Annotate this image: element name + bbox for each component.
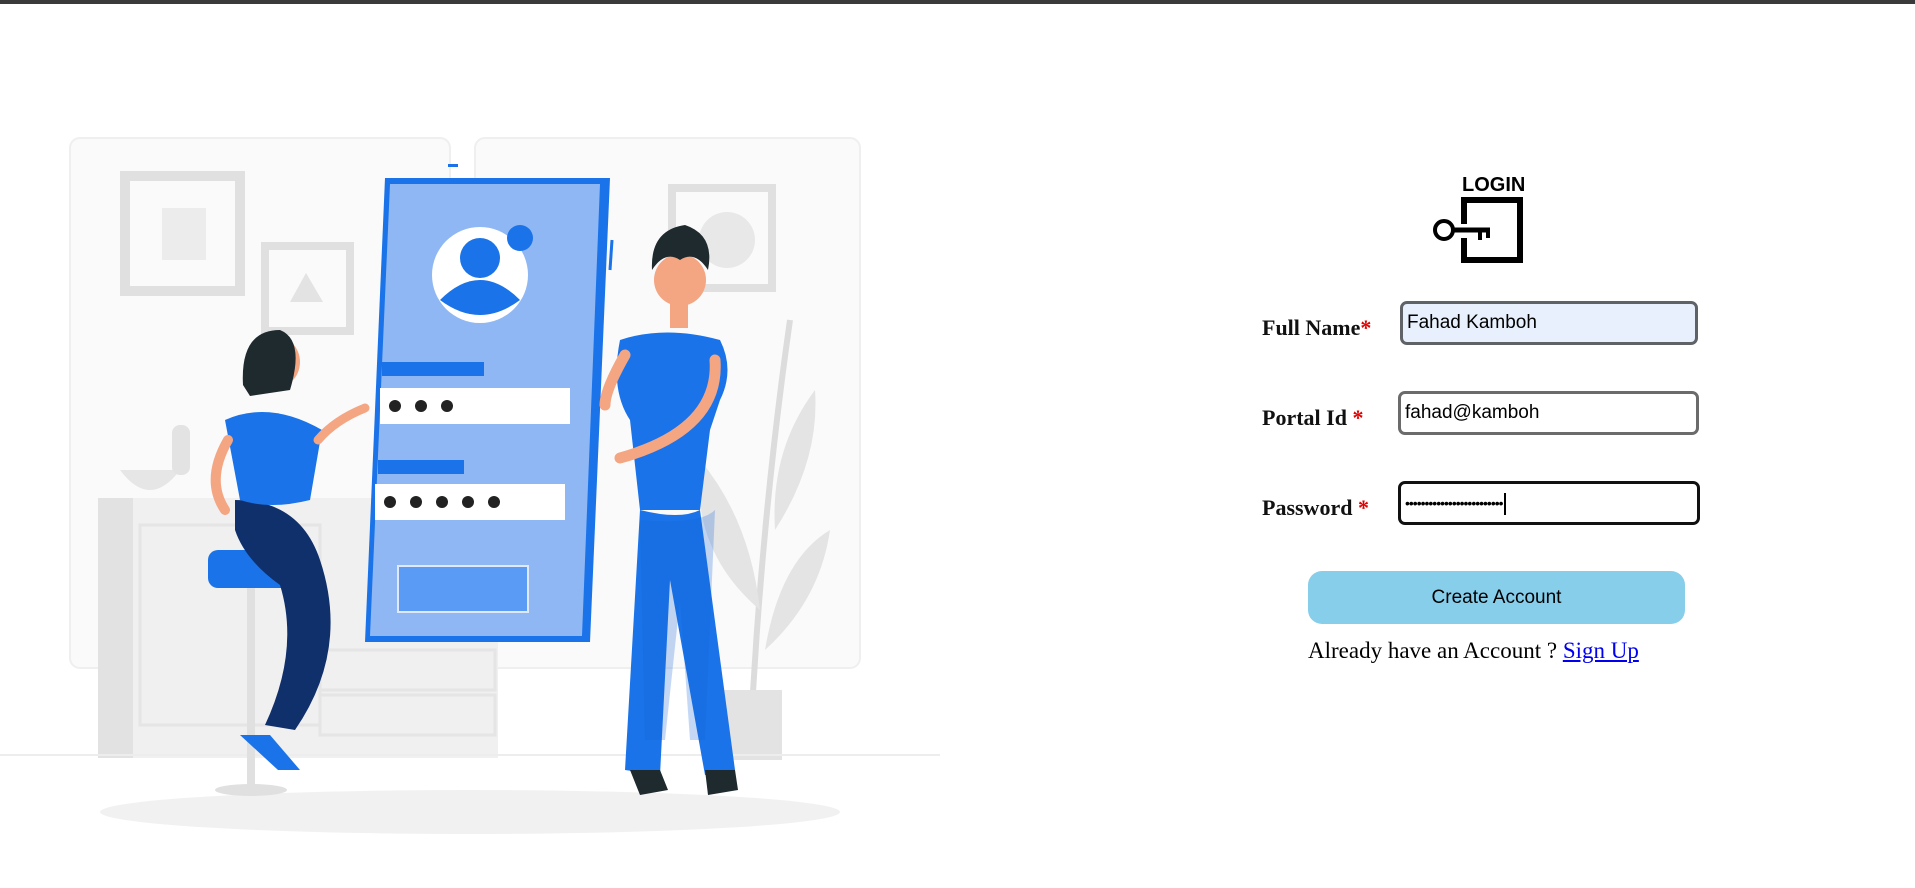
required-mark: *: [1360, 315, 1372, 340]
logo-text: LOGIN: [1462, 174, 1526, 196]
text-caret: [1503, 493, 1506, 516]
portal-id-label: Portal Id *: [1262, 405, 1364, 430]
already-text: Already have an Account ?: [1308, 638, 1563, 663]
full-name-label: Full Name*: [1262, 315, 1372, 340]
required-mark: *: [1352, 405, 1364, 430]
required-mark: *: [1357, 495, 1369, 520]
password-value: •••••••••••••••••••••••••: [1405, 495, 1504, 511]
signup-prompt: Already have an Account ? Sign Up: [1308, 638, 1639, 664]
create-account-button[interactable]: Create Account: [1308, 571, 1685, 624]
login-illustration: [0, 137, 940, 834]
full-name-row: Full Name* Fahad Kamboh: [1262, 301, 1702, 355]
window-top-border: [0, 0, 1915, 4]
password-input[interactable]: •••••••••••••••••••••••••: [1398, 481, 1700, 525]
portal-id-input[interactable]: fahad@kamboh: [1398, 391, 1699, 435]
password-row: Password * •••••••••••••••••••••••••: [1262, 481, 1702, 535]
portal-id-row: Portal Id * fahad@kamboh: [1262, 391, 1702, 445]
sign-up-link[interactable]: Sign Up: [1563, 638, 1639, 663]
full-name-input[interactable]: Fahad Kamboh: [1400, 301, 1698, 345]
password-label: Password *: [1262, 495, 1369, 520]
